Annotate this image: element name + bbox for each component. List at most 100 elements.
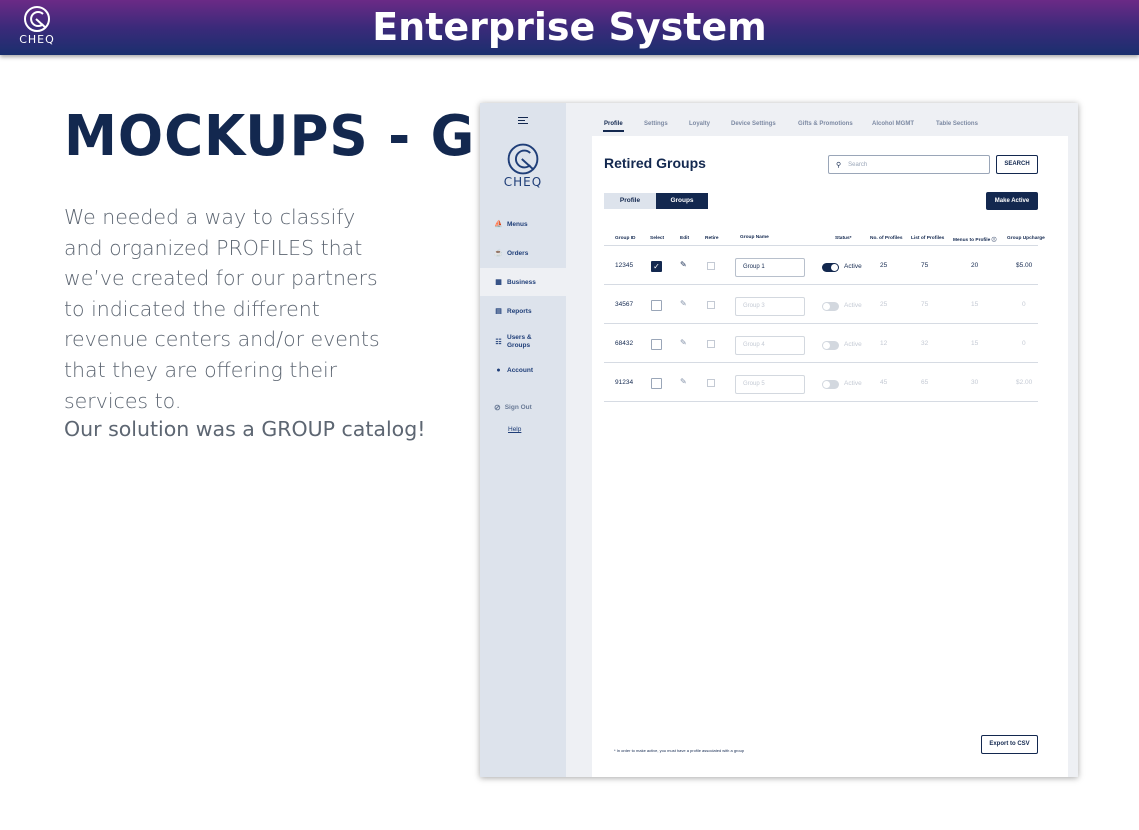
profile-groups-toggle: Profile Groups — [604, 193, 708, 209]
sidebar-item-menus[interactable]: ⛵ Menus — [480, 210, 566, 238]
retire-icon[interactable] — [707, 379, 715, 387]
help-link[interactable]: Help — [508, 426, 521, 433]
status-toggle[interactable] — [822, 341, 839, 350]
header-status: Status* — [835, 236, 852, 241]
header-menus-to-profile: Menus to Profile ⓘ — [953, 236, 996, 243]
retire-icon[interactable] — [707, 262, 715, 270]
status-text: Active — [844, 302, 862, 309]
page-title: Retired Groups — [604, 155, 706, 171]
slide-conclusion: Our solution was a GROUP catalog! — [64, 417, 426, 441]
person-icon: ● — [496, 366, 501, 374]
select-checkbox[interactable] — [651, 300, 662, 311]
group-upcharge: 0 — [1022, 340, 1026, 347]
app-mockup: CHEQ ⛵ Menus ☕ Orders ▦ Business ▤ Repor… — [480, 103, 1078, 777]
group-upcharge: 0 — [1022, 301, 1026, 308]
slide-paragraph: We needed a way to classify and organize… — [64, 205, 380, 413]
menus-to-profile: 15 — [971, 301, 979, 308]
sidebar-item-reports[interactable]: ▤ Reports — [480, 297, 566, 325]
group-name-field[interactable]: Group 1 — [735, 258, 805, 277]
sidebar-item-users-groups[interactable]: ☷ Users & Groups — [480, 328, 566, 356]
group-id: 12345 — [615, 262, 634, 269]
table-row[interactable]: 91234 ✎ Group 5 Active 45 65 30 $2.00 — [604, 364, 1038, 402]
sidebar: CHEQ ⛵ Menus ☕ Orders ▦ Business ▤ Repor… — [480, 103, 566, 777]
segment-groups[interactable]: Groups — [656, 193, 708, 209]
sidebar-item-business[interactable]: ▦ Business — [480, 268, 566, 296]
header-retire: Retire — [705, 236, 719, 241]
table-header: Group ID Select Edit Retire Group Name S… — [604, 235, 1045, 246]
table-row[interactable]: 68432 ✎ Group 4 Active 12 32 15 0 — [604, 325, 1038, 363]
header-edit: Edit — [680, 236, 690, 241]
menus-to-profile: 15 — [971, 340, 979, 347]
list-of-profiles: 75 — [921, 301, 929, 308]
list-of-profiles: 65 — [921, 379, 929, 386]
edit-pencil-icon[interactable]: ✎ — [680, 338, 687, 347]
status-text: Active — [844, 263, 862, 270]
header-group-id: Group ID — [615, 236, 636, 241]
group-id: 34567 — [615, 301, 634, 308]
make-active-button[interactable]: Make Active — [986, 192, 1038, 210]
sidebar-item-account[interactable]: ● Account — [480, 356, 566, 384]
info-icon: ⓘ — [991, 238, 997, 243]
list-of-profiles: 32 — [921, 340, 929, 347]
group-name-field[interactable]: Group 5 — [735, 375, 805, 394]
segment-profile[interactable]: Profile — [604, 193, 656, 209]
edit-pencil-icon[interactable]: ✎ — [680, 299, 687, 308]
sidebar-item-orders[interactable]: ☕ Orders — [480, 239, 566, 267]
group-name-field[interactable]: Group 3 — [735, 297, 805, 316]
edit-pencil-icon[interactable]: ✎ — [680, 377, 687, 386]
status-toggle[interactable] — [822, 263, 839, 272]
search-button[interactable]: SEARCH — [996, 155, 1038, 174]
main-content: Profile Settings Loyalty Device Settings… — [566, 103, 1078, 777]
sign-out-icon: ⊘ — [494, 403, 501, 412]
group-id: 91234 — [615, 379, 634, 386]
menu-collapse-icon[interactable] — [518, 117, 528, 126]
sidebar-item-label: Reports — [507, 307, 532, 315]
table-row[interactable]: 34567 ✎ Group 3 Active 25 75 15 0 — [604, 286, 1038, 324]
no-of-profiles: 45 — [880, 379, 888, 386]
cheq-logo-icon — [507, 143, 539, 175]
status-toggle[interactable] — [822, 380, 839, 389]
group-name-field[interactable]: Group 4 — [735, 336, 805, 355]
search-input[interactable]: ⚲ Search — [828, 155, 990, 174]
tab-profile[interactable]: Profile — [604, 121, 623, 127]
sidebar-item-label: Account — [507, 366, 533, 374]
status-toggle[interactable] — [822, 302, 839, 311]
edit-pencil-icon[interactable]: ✎ — [680, 260, 687, 269]
tab-bar: Profile Settings Loyalty Device Settings… — [566, 103, 1068, 135]
tab-table-sections[interactable]: Table Sections — [936, 121, 978, 127]
table-row[interactable]: 12345 ✓ ✎ Group 1 Active 25 75 20 $5.00 — [604, 247, 1038, 285]
tab-settings[interactable]: Settings — [644, 121, 668, 127]
retire-icon[interactable] — [707, 340, 715, 348]
group-upcharge: $5.00 — [1016, 262, 1033, 269]
select-checkbox[interactable]: ✓ — [651, 261, 662, 272]
tab-loyalty[interactable]: Loyalty — [689, 121, 710, 127]
menus-to-profile: 20 — [971, 262, 979, 269]
tab-device-settings[interactable]: Device Settings — [731, 121, 776, 127]
select-checkbox[interactable] — [651, 339, 662, 350]
sidebar-logo-text: CHEQ — [503, 175, 543, 189]
header-no-of-profiles: No. of Profiles — [870, 236, 903, 241]
export-csv-button[interactable]: Export to CSV — [981, 735, 1038, 754]
chart-icon: ▤ — [495, 308, 502, 315]
search-icon: ⚲ — [836, 161, 842, 169]
no-of-profiles: 12 — [880, 340, 888, 347]
sign-out-label: Sign Out — [504, 404, 532, 411]
sign-out-link[interactable]: ⊘ Sign Out — [494, 403, 532, 412]
tab-gifts-promotions[interactable]: Gifts & Promotions — [798, 121, 853, 127]
banner-title: Enterprise System — [372, 5, 767, 49]
retire-icon[interactable] — [707, 301, 715, 309]
sidebar-item-label: Business — [507, 278, 536, 286]
tab-alcohol-mgmt[interactable]: Alcohol MGMT — [872, 121, 914, 127]
header-select: Select — [650, 236, 665, 241]
no-of-profiles: 25 — [880, 301, 888, 308]
no-of-profiles: 25 — [880, 262, 888, 269]
select-checkbox[interactable] — [651, 378, 662, 389]
header-menus-to-profile-label: Menus to Profile — [953, 238, 991, 243]
sidebar-item-label: Orders — [507, 249, 529, 257]
boat-icon: ⛵ — [494, 221, 503, 228]
group-id: 68432 — [615, 340, 634, 347]
status-text: Active — [844, 380, 862, 387]
groups-panel: Retired Groups ⚲ Search SEARCH Profile G… — [592, 136, 1068, 777]
cup-icon: ☕ — [494, 250, 503, 257]
sidebar-item-label: Users & Groups — [507, 334, 532, 349]
